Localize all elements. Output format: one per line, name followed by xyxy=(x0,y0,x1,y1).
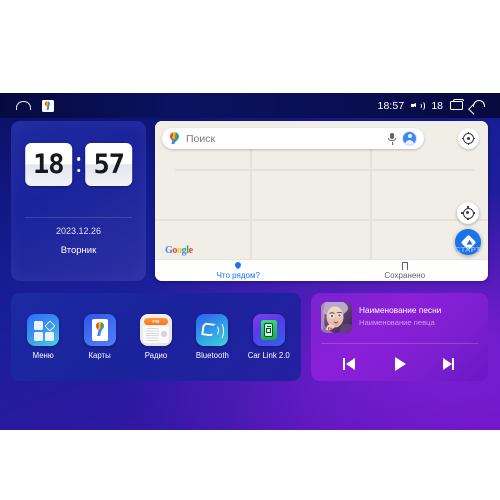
recents-icon[interactable] xyxy=(450,98,464,111)
tab-nearby[interactable]: Что рядом? xyxy=(155,260,322,281)
maps-icon xyxy=(83,314,116,346)
track-artist: Наименование певца xyxy=(359,318,435,327)
clock-hours: 18 xyxy=(24,143,72,186)
back-icon[interactable] xyxy=(470,100,486,111)
compass-settings-icon[interactable] xyxy=(458,128,479,149)
clock-weekday: Вторник xyxy=(60,245,97,256)
my-location-icon[interactable] xyxy=(457,202,479,224)
status-bar: 18:57 18 xyxy=(0,93,500,118)
app-dock: Меню Карты FM Радио Bluetooth Car Link 2… xyxy=(11,293,301,381)
start-navigation-button[interactable]: СТАРТ xyxy=(455,229,481,255)
clock-divider xyxy=(25,217,132,218)
status-bar-right: 18:57 18 xyxy=(377,98,500,112)
home-icon[interactable] xyxy=(16,101,31,110)
status-bar-clock: 18:57 xyxy=(377,99,405,112)
google-logo: Google xyxy=(165,245,193,256)
album-art xyxy=(321,302,352,333)
app-item-maps[interactable]: Карты xyxy=(73,314,127,360)
volume-icon[interactable] xyxy=(411,100,425,112)
search-placeholder: Поиск xyxy=(186,132,216,145)
app-item-car-link[interactable]: Car Link 2.0 xyxy=(242,314,296,360)
radio-icon: FM xyxy=(139,314,172,346)
menu-grid-icon xyxy=(27,314,60,346)
car-link-icon xyxy=(252,314,285,346)
app-item-bluetooth[interactable]: Bluetooth xyxy=(185,314,239,360)
app-label-bluetooth: Bluetooth xyxy=(195,351,229,360)
search-actions xyxy=(388,131,417,146)
app-item-menu[interactable]: Меню xyxy=(16,314,70,360)
tab-saved-label: Сохранено xyxy=(384,270,426,280)
app-label-car-link: Car Link 2.0 xyxy=(247,351,290,360)
flip-clock: 18 57 xyxy=(24,143,133,186)
clock-widget[interactable]: 18 57 2023.12.26 Вторник xyxy=(11,121,146,281)
start-button-label: СТАРТ xyxy=(455,245,481,254)
microphone-icon[interactable] xyxy=(388,132,396,145)
radio-band-label: FM xyxy=(143,317,168,325)
location-pin-icon xyxy=(235,262,241,270)
widget-row-top: 18 57 2023.12.26 Вторник Поиск СТАРТ Goo… xyxy=(0,118,500,285)
widget-row-bottom: Меню Карты FM Радио Bluetooth Car Link 2… xyxy=(0,289,500,389)
media-player-widget: Наименование песни Наименование певца xyxy=(311,293,488,381)
map-widget[interactable]: Поиск СТАРТ Google Что рядом? Сохранено xyxy=(155,121,488,281)
status-bar-left xyxy=(0,99,54,112)
clock-colon xyxy=(76,156,82,173)
google-maps-icon[interactable] xyxy=(42,99,54,112)
app-item-radio[interactable]: FM Радио xyxy=(129,314,183,360)
account-avatar-icon[interactable] xyxy=(402,131,417,146)
tab-saved[interactable]: Сохранено xyxy=(322,260,489,281)
track-title: Наименование песни xyxy=(359,305,442,315)
car-head-unit-screen: 18:57 18 18 57 2023.12.26 Вторник Поиск … xyxy=(0,93,500,430)
map-bottom-tabs: Что рядом? Сохранено xyxy=(155,259,488,281)
search-input[interactable]: Поиск xyxy=(162,128,424,149)
media-divider xyxy=(321,343,478,344)
play-button[interactable] xyxy=(390,356,410,372)
next-track-button[interactable] xyxy=(437,356,457,372)
app-label-radio: Радио xyxy=(144,351,168,360)
bluetooth-phone-icon xyxy=(196,314,229,346)
bookmark-icon xyxy=(401,261,408,270)
app-label-maps: Карты xyxy=(88,351,111,360)
tab-nearby-label: Что рядом? xyxy=(216,270,260,280)
clock-minutes: 57 xyxy=(85,143,133,186)
media-controls xyxy=(311,349,488,379)
clock-date: 2023.12.26 xyxy=(55,226,102,236)
google-maps-pin-icon xyxy=(169,132,180,145)
volume-level: 18 xyxy=(431,99,443,112)
previous-track-button[interactable] xyxy=(342,356,363,372)
app-label-menu: Меню xyxy=(32,351,54,360)
